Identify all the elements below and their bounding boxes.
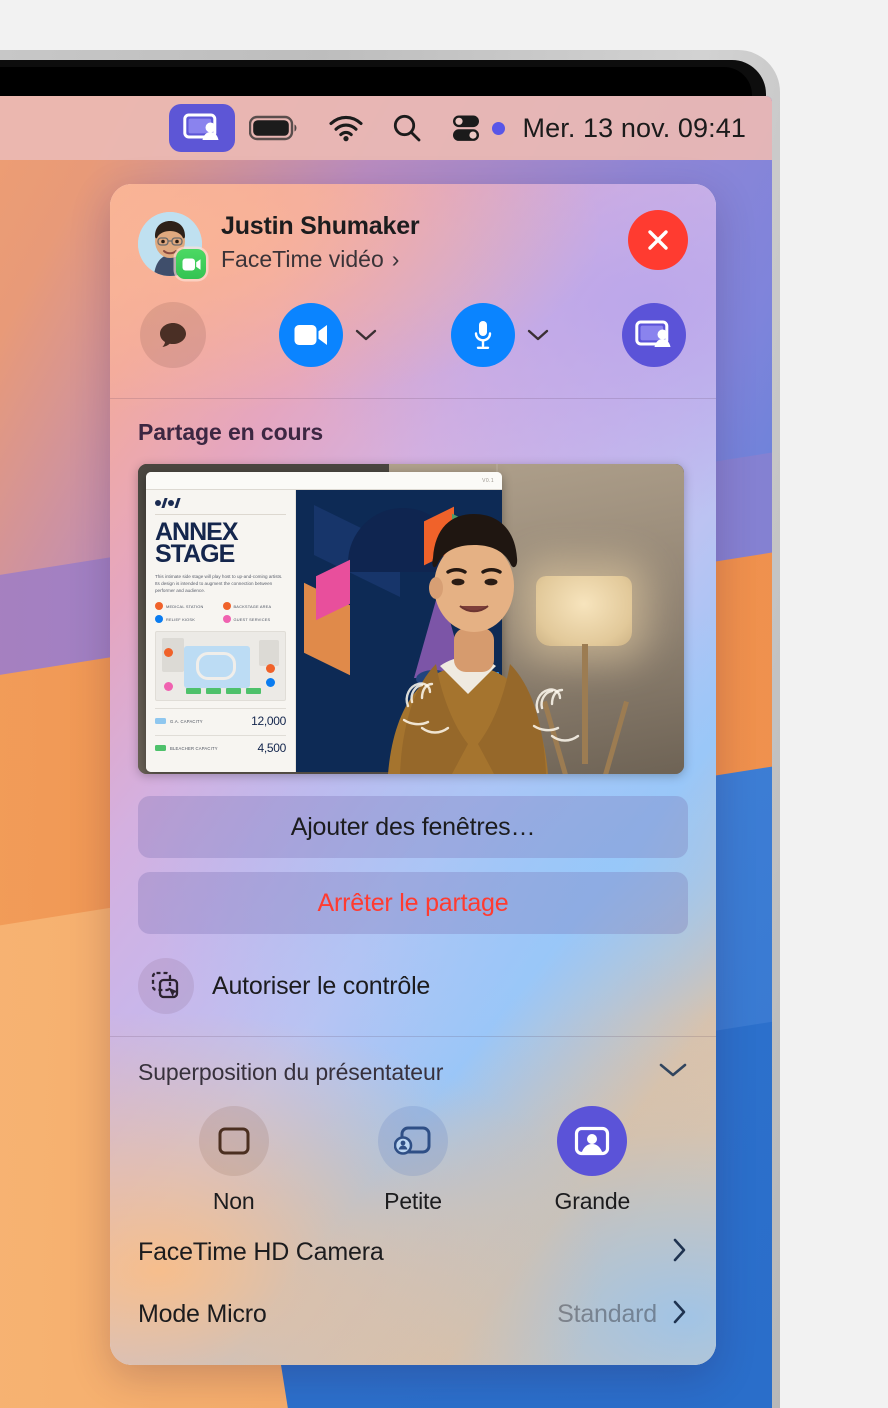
capacity-label: G.A. CAPACITY	[170, 718, 203, 724]
menubar-wifi-icon[interactable]	[327, 96, 365, 160]
caller-name: Justin Shumaker	[221, 212, 420, 240]
rect-outline-icon	[198, 1106, 269, 1176]
mic-button[interactable]	[450, 303, 515, 367]
close-button[interactable]	[628, 210, 688, 270]
laptop-screen: Mer. 13 nov. 09:41 Justin Shumaker FaceT…	[0, 96, 772, 1408]
overlay-option-small[interactable]: Petite	[338, 1106, 488, 1215]
slide-titlebar: V0.1	[146, 472, 502, 490]
mic-menu-chevron-down-icon[interactable]	[527, 328, 549, 342]
row-camera-chevron-right-icon	[672, 1237, 688, 1268]
panel-header: Justin Shumaker FaceTime vidéo ›	[110, 184, 716, 279]
chevron-right-icon: ›	[391, 246, 400, 272]
presenter-overlay-header[interactable]: Superposition du présentateur	[138, 1059, 688, 1086]
legend-item: MEDICAL STATION	[155, 602, 219, 610]
screen-share-button[interactable]	[621, 303, 686, 367]
shared-screen-thumbnail[interactable]: V0.1 ANNEX STAGE This intimate side stag…	[138, 464, 684, 774]
video-menu-chevron-down-icon[interactable]	[355, 328, 377, 342]
allow-control-row[interactable]: Autoriser le contrôle	[138, 934, 688, 1036]
row-mic-mode-label: Mode Micro	[138, 1299, 267, 1328]
presenter-overlay-section: Superposition du présentateur Non Petite…	[110, 1037, 716, 1221]
control-center-active-dot	[491, 121, 505, 135]
add-windows-button[interactable]: Ajouter des fenêtres…	[138, 796, 688, 858]
capacity-label: BLEACHER CAPACITY	[170, 745, 218, 751]
screen-sharing-popover: Justin Shumaker FaceTime vidéo › Partage…	[110, 184, 716, 1365]
legend-label: MEDICAL STATION	[166, 603, 204, 609]
menu-bar: Mer. 13 nov. 09:41	[0, 96, 772, 160]
overlay-option-label: Non	[212, 1188, 255, 1214]
slide-version: V0.1	[482, 477, 494, 484]
presenter-overlay-title: Superposition du présentateur	[138, 1059, 444, 1085]
capacity-row: G.A. CAPACITY 12,000	[155, 708, 286, 728]
call-type-label: FaceTime vidéo	[221, 246, 384, 272]
call-type-link[interactable]: FaceTime vidéo ›	[221, 246, 419, 273]
legend-label: BACKSTAGE AREA	[233, 603, 272, 609]
legend-item: GUEST SERVICES	[222, 615, 287, 623]
capacity-value: 4,500	[257, 741, 286, 755]
remote-control-icon	[138, 958, 194, 1014]
presenter-overlay-chevron-down-icon[interactable]	[658, 1061, 688, 1084]
allow-control-label: Autoriser le contrôle	[212, 971, 431, 1000]
avatar	[138, 212, 206, 279]
legend-item: BACKSTAGE AREA	[222, 602, 287, 610]
large-overlay-icon	[557, 1106, 628, 1176]
video-button[interactable]	[279, 303, 344, 367]
small-overlay-icon	[377, 1106, 448, 1176]
overlay-option-none[interactable]: Non	[159, 1106, 309, 1215]
slide-title-line2: STAGE	[155, 540, 235, 568]
call-controls-row	[110, 276, 716, 398]
legend-label: RELIEF KIOSK	[166, 616, 195, 622]
presenter-overlay-person	[378, 506, 648, 774]
slide-body-text: This intimate side stage will play host …	[155, 574, 283, 593]
menubar-control-center-icon[interactable]	[449, 96, 483, 160]
stop-sharing-button[interactable]: Arrêter le partage	[138, 872, 688, 934]
menubar-clock[interactable]: Mer. 13 nov. 09:41	[523, 113, 746, 144]
caller-info: Justin Shumaker FaceTime vidéo ›	[221, 210, 420, 273]
overlay-option-large[interactable]: Grande	[517, 1106, 667, 1215]
caller-row: Justin Shumaker FaceTime vidéo ›	[138, 210, 688, 279]
overlay-option-label: Grande	[554, 1188, 631, 1214]
legend-label: GUEST SERVICES	[233, 616, 271, 622]
sharing-section: Partage en cours V0.1 ANNEX STAGE This i…	[110, 399, 716, 774]
facetime-badge-icon	[176, 249, 206, 279]
menubar-battery-icon[interactable]	[248, 96, 301, 160]
row-camera-label: FaceTime HD Camera	[138, 1237, 384, 1266]
row-mic-mode-value: Standard	[557, 1299, 657, 1328]
menubar-search-icon[interactable]	[391, 96, 423, 160]
messages-button[interactable]	[140, 302, 206, 368]
actions-section: Ajouter des fenêtres… Arrêter le partage…	[110, 774, 716, 1036]
presenter-overlay-options: Non Petite Grande	[138, 1086, 688, 1221]
row-mic-mode-chevron-right-icon	[672, 1299, 688, 1330]
slide-venue-map	[155, 631, 286, 701]
capacity-value: 12,000	[251, 714, 286, 728]
capacity-row: BLEACHER CAPACITY 4,500	[155, 735, 286, 755]
menubar-screen-share-icon[interactable]	[168, 104, 235, 152]
overlay-option-label: Petite	[384, 1188, 442, 1214]
row-mic-mode[interactable]: Mode Micro Standard	[110, 1283, 716, 1345]
row-camera[interactable]: FaceTime HD Camera	[110, 1221, 716, 1283]
slide-legend: MEDICAL STATION BACKSTAGE AREA RELIEF KI…	[155, 602, 286, 623]
legend-item: RELIEF KIOSK	[155, 615, 219, 623]
slide-left-column: ANNEX STAGE This intimate side stage wil…	[146, 490, 296, 772]
screenshot-root: Mer. 13 nov. 09:41 Justin Shumaker FaceT…	[0, 0, 888, 1408]
sharing-title: Partage en cours	[138, 419, 324, 445]
slide-logo-icon	[155, 498, 286, 508]
